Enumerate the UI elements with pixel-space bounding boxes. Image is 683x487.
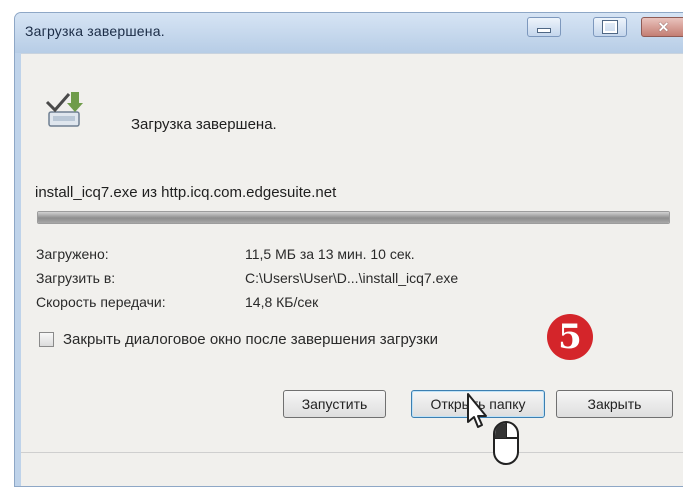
run-button[interactable]: Запустить bbox=[283, 390, 386, 418]
step-number-badge: 5 bbox=[547, 314, 593, 360]
maximize-icon bbox=[603, 21, 617, 33]
close-on-finish-checkbox[interactable] bbox=[39, 332, 54, 347]
save-to-label: Загрузить в: bbox=[36, 270, 116, 286]
minimize-button[interactable] bbox=[527, 17, 561, 37]
downloaded-value: 11,5 МБ за 13 мин. 10 сек. bbox=[245, 246, 415, 262]
transfer-rate-label: Скорость передачи: bbox=[36, 294, 166, 310]
downloaded-label: Загружено: bbox=[36, 246, 109, 262]
mouse-cursor-icon bbox=[467, 393, 519, 465]
save-to-value: C:\Users\User\D...\install_icq7.exe bbox=[245, 270, 459, 286]
title-bar[interactable]: Загрузка завершена. ✕ bbox=[15, 13, 683, 53]
download-complete-icon bbox=[45, 92, 83, 127]
transfer-rate-value: 14,8 КБ/сек bbox=[245, 294, 319, 310]
minimize-icon bbox=[537, 27, 551, 33]
progress-fill bbox=[38, 212, 669, 223]
window-close-button[interactable]: ✕ bbox=[641, 17, 683, 37]
dialog-body: Загрузка завершена. install_icq7.exe из … bbox=[21, 53, 683, 486]
close-on-finish-label[interactable]: Закрыть диалоговое окно после завершения… bbox=[63, 331, 438, 348]
window-title: Загрузка завершена. bbox=[25, 23, 165, 39]
close-on-finish-option[interactable]: Закрыть диалоговое окно после завершения… bbox=[39, 331, 438, 348]
maximize-button[interactable] bbox=[593, 17, 627, 37]
bottom-separator bbox=[21, 452, 683, 453]
download-dialog-window: Загрузка завершена. ✕ Загрузка завершена… bbox=[14, 12, 683, 487]
close-icon: ✕ bbox=[657, 18, 670, 35]
dialog-heading: Загрузка завершена. bbox=[131, 116, 277, 133]
download-progress-bar bbox=[37, 211, 670, 224]
download-source: install_icq7.exe из http.icq.com.edgesui… bbox=[35, 184, 337, 201]
close-button[interactable]: Закрыть bbox=[556, 390, 673, 418]
